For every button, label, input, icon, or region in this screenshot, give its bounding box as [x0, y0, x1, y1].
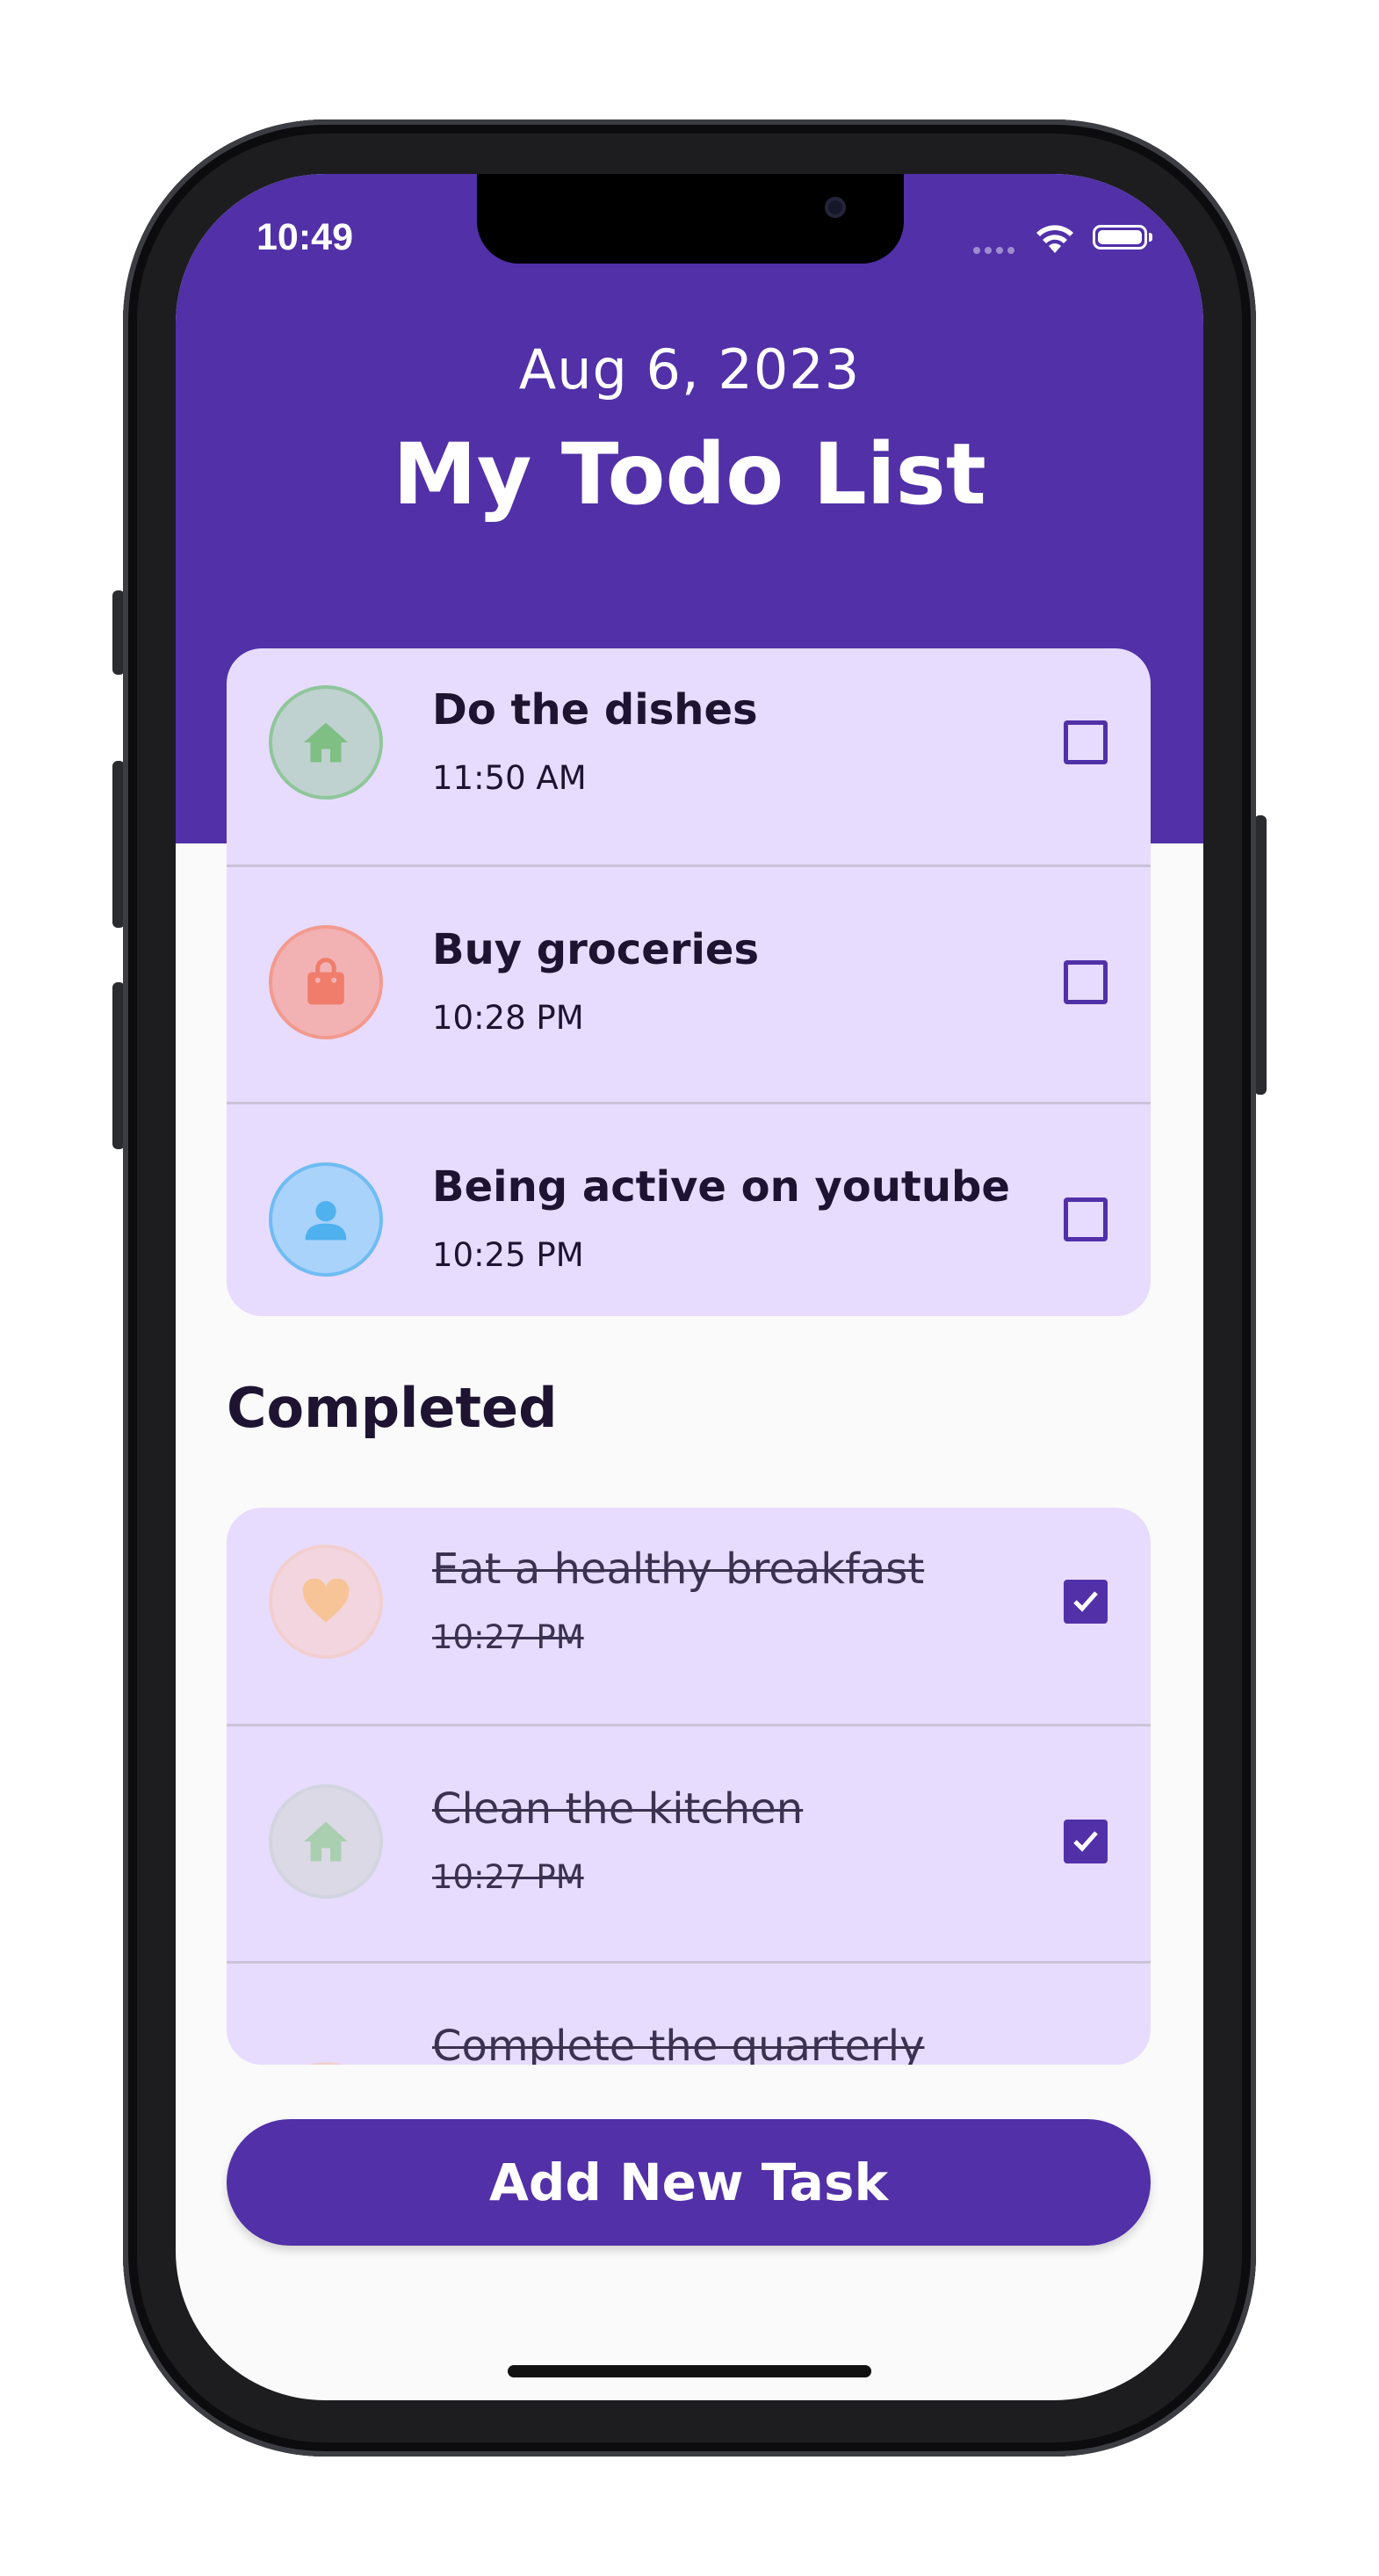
check-icon [1073, 1591, 1098, 1612]
task-checkbox[interactable] [1064, 720, 1108, 764]
task-title: Eat a healthy breakfast [432, 1545, 925, 1594]
task-item[interactable]: Being active on youtube 10:25 PM [227, 1102, 1151, 1316]
task-checkbox[interactable] [1064, 960, 1108, 1004]
completed-tasks-card: Eat a healthy breakfast 10:27 PM Clean t… [227, 1508, 1151, 2065]
power-button [1254, 815, 1267, 1095]
task-icon-circle [269, 2062, 383, 2065]
task-time: 10:25 PM [432, 1236, 584, 1274]
notch [477, 174, 904, 264]
completed-task-item[interactable]: Eat a healthy breakfast 10:27 PM [227, 1508, 1151, 1745]
task-time: 10:28 PM [432, 999, 584, 1037]
task-item[interactable]: Do the dishes 11:50 AM [227, 648, 1151, 886]
task-checkbox[interactable] [1064, 1580, 1108, 1624]
signal-icon [973, 241, 1021, 254]
task-time: 10:27 PM [432, 1618, 584, 1656]
home-icon [304, 722, 348, 763]
task-title: Being active on youtube [432, 1162, 1010, 1212]
task-icon-circle [269, 685, 383, 800]
task-item[interactable]: Buy groceries 10:28 PM [227, 865, 1151, 1104]
active-tasks-card: Do the dishes 11:50 AM Buy groceries 10:… [227, 648, 1151, 1316]
task-title: Clean the kitchen [432, 1784, 804, 1834]
completed-task-item[interactable]: Complete the quarterly [227, 1961, 1151, 2065]
home-indicator [508, 2365, 871, 2377]
task-title: Do the dishes [432, 685, 758, 734]
add-new-task-button[interactable]: Add New Task [227, 2119, 1151, 2246]
wifi-icon [1036, 225, 1073, 253]
task-icon-circle [269, 1162, 383, 1277]
task-time: 10:27 PM [432, 1858, 584, 1896]
current-date: Aug 6, 2023 [518, 337, 861, 402]
home-icon [304, 1821, 348, 1862]
task-time: 11:50 AM [432, 759, 587, 797]
shopping-bag-icon [307, 958, 344, 1005]
task-icon-circle [269, 1545, 383, 1659]
task-title: Buy groceries [432, 925, 760, 974]
heart-icon [302, 1579, 350, 1623]
task-icon-circle [269, 925, 383, 1039]
app-screen: 10:49 Aug 6, 2023 My Todo List Do the di… [176, 174, 1203, 2400]
completed-task-item[interactable]: Clean the kitchen 10:27 PM [227, 1724, 1151, 1964]
task-checkbox[interactable] [1064, 1820, 1108, 1863]
battery-icon [1093, 225, 1152, 250]
front-camera [825, 197, 846, 218]
task-icon-circle [269, 1784, 383, 1899]
person-icon [305, 1201, 347, 1241]
completed-section-title: Completed [227, 1376, 558, 1440]
task-checkbox[interactable] [1064, 1198, 1108, 1241]
task-title: Complete the quarterly [432, 2022, 925, 2065]
status-time: 10:49 [256, 216, 353, 258]
page-title: My Todo List [393, 425, 986, 524]
check-icon [1073, 1831, 1098, 1852]
